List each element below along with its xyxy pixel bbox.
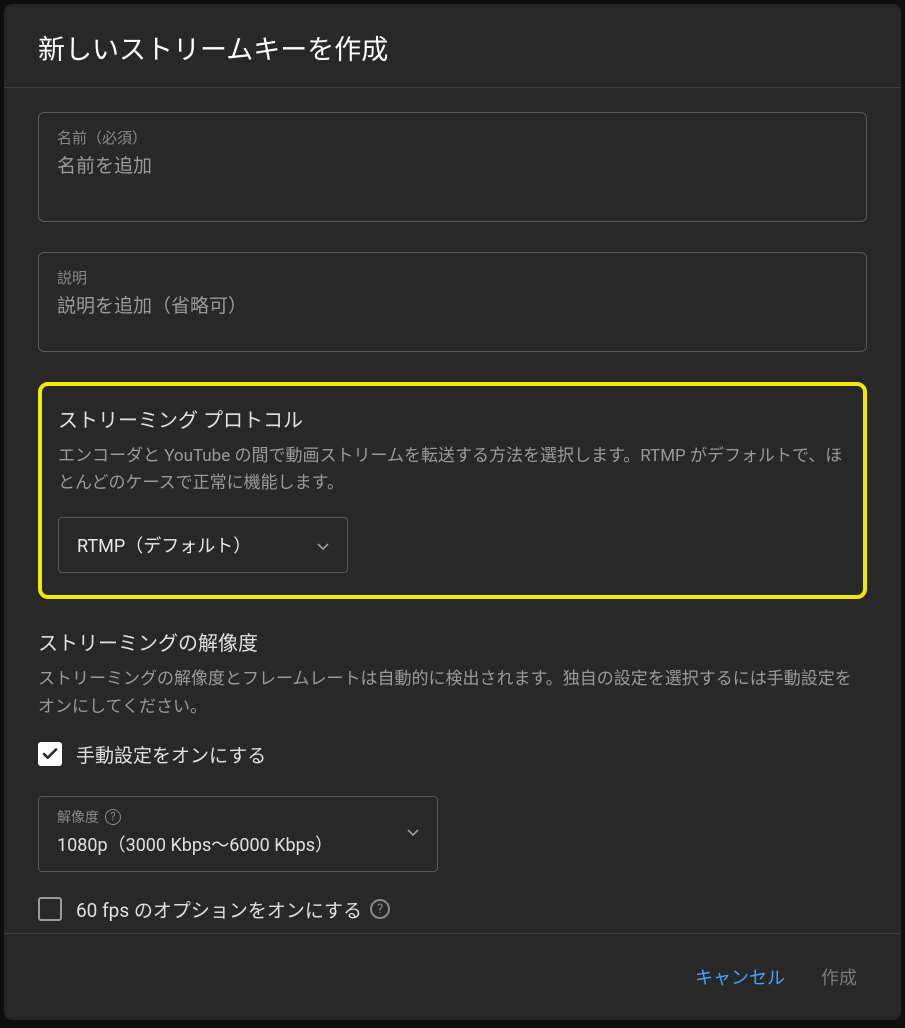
- name-field-box[interactable]: 名前（必須）: [38, 112, 867, 222]
- name-field-label: 名前（必須）: [57, 127, 848, 148]
- manual-setting-checkbox[interactable]: [38, 742, 62, 766]
- resolution-value: 1080p（3000 Kbps～6000 Kbps）: [57, 831, 333, 857]
- protocol-selected-value: RTMP（デフォルト）: [77, 532, 251, 558]
- dialog-footer: キャンセル 作成: [4, 933, 901, 1020]
- streaming-protocol-section: ストリーミング プロトコル エンコーダと YouTube の間で動画ストリームを…: [38, 382, 867, 599]
- help-icon[interactable]: ?: [370, 899, 390, 919]
- streaming-resolution-section: ストリーミングの解像度 ストリーミングの解像度とフレームレートは自動的に検出され…: [38, 627, 867, 922]
- manual-setting-row: 手動設定をオンにする: [38, 741, 867, 768]
- protocol-section-description: エンコーダと YouTube の間で動画ストリームを転送する方法を選択します。R…: [58, 443, 847, 497]
- resolution-label: 解像度: [57, 807, 99, 827]
- sixtyfps-label: 60 fps のオプションをオンにする ?: [76, 896, 390, 923]
- description-input[interactable]: [57, 294, 848, 317]
- resolution-dropdown[interactable]: 解像度 ? 1080p（3000 Kbps～6000 Kbps）: [38, 796, 438, 872]
- name-input[interactable]: [57, 154, 848, 177]
- chevron-down-icon: [317, 535, 329, 556]
- resolution-inner: 解像度 ? 1080p（3000 Kbps～6000 Kbps）: [57, 807, 333, 857]
- sixtyfps-row: 60 fps のオプションをオンにする ?: [38, 896, 867, 923]
- resolution-section-description: ストリーミングの解像度とフレームレートは自動的に検出されます。独自の設定を選択す…: [38, 666, 867, 720]
- help-icon[interactable]: ?: [105, 809, 121, 825]
- resolution-label-row: 解像度 ?: [57, 807, 333, 827]
- manual-setting-label: 手動設定をオンにする: [76, 741, 266, 768]
- description-field-label: 説明: [57, 267, 848, 288]
- resolution-section-title: ストリーミングの解像度: [38, 627, 867, 656]
- sixtyfps-checkbox[interactable]: [38, 897, 62, 921]
- protocol-section-title: ストリーミング プロトコル: [58, 404, 847, 433]
- create-button[interactable]: 作成: [817, 956, 861, 998]
- description-field-box[interactable]: 説明: [38, 252, 867, 352]
- dialog-header: 新しいストリームキーを作成: [4, 4, 901, 87]
- dialog-body: 名前（必須） 説明 ストリーミング プロトコル エンコーダと YouTube の…: [4, 88, 901, 933]
- protocol-dropdown[interactable]: RTMP（デフォルト）: [58, 517, 348, 573]
- create-stream-key-dialog: 新しいストリームキーを作成 名前（必須） 説明 ストリーミング プロトコル エン…: [4, 4, 901, 1020]
- dialog-title: 新しいストリームキーを作成: [38, 28, 867, 67]
- check-icon: [41, 745, 59, 763]
- chevron-down-icon: [407, 822, 419, 841]
- cancel-button[interactable]: キャンセル: [691, 956, 789, 998]
